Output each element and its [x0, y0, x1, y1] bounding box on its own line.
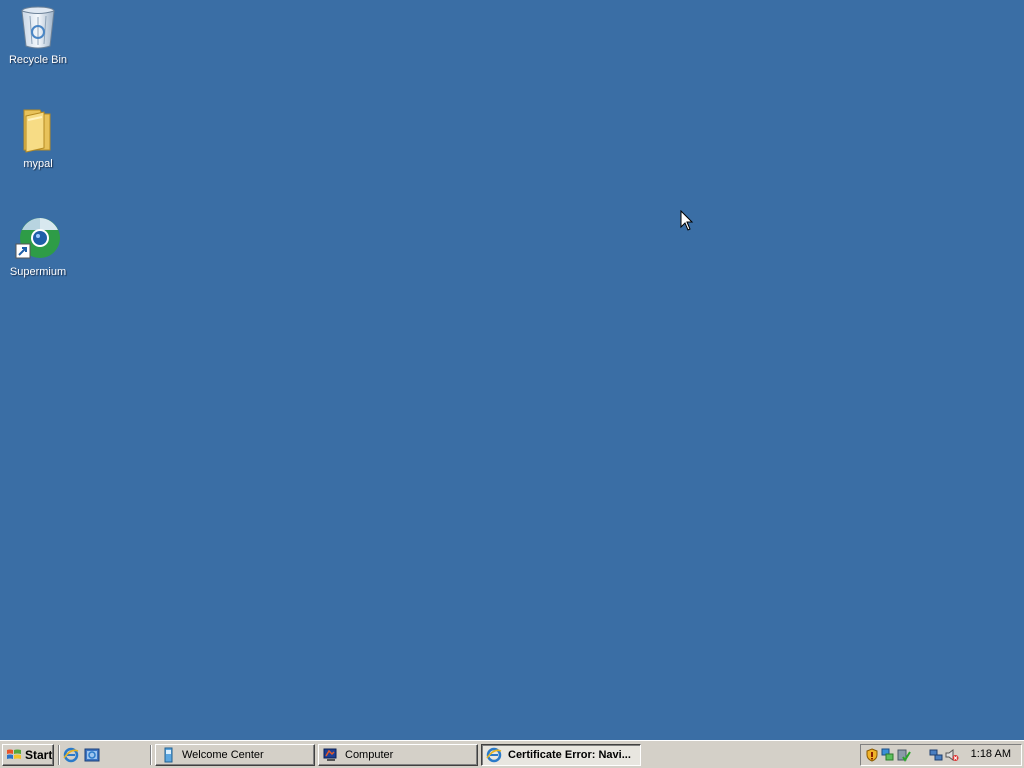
show-desktop-icon[interactable] [84, 747, 100, 763]
supermium-shortcut-icon [14, 214, 62, 262]
start-button[interactable]: Start [2, 744, 54, 766]
recycle-bin-label: Recycle Bin [8, 54, 68, 66]
windows-logo-icon [7, 749, 21, 759]
security-alert-icon[interactable] [865, 748, 879, 762]
quick-launch-separator [58, 745, 60, 765]
start-label: Start [25, 748, 53, 762]
windows-update-icon[interactable] [897, 748, 911, 762]
task-computer[interactable]: Computer [318, 744, 478, 766]
supermium-shortcut[interactable]: Supermium [1, 214, 75, 279]
task-label: Welcome Center [182, 749, 264, 761]
clock[interactable]: 1:18 AM [971, 748, 1011, 760]
mouse-pointer-icon [680, 210, 694, 231]
taskbar: Start Welcome Center Computer Certificat… [0, 740, 1024, 768]
task-label: Certificate Error: Navi... [508, 749, 631, 761]
tasks-separator [150, 745, 152, 765]
system-tray: 1:18 AM [860, 744, 1022, 766]
computer-icon [323, 748, 337, 761]
network-status-icon[interactable] [881, 748, 895, 762]
mypal-folder-shortcut[interactable]: mypal [1, 106, 75, 171]
desktop[interactable]: Recycle Bin mypal Supermium [0, 0, 1024, 740]
volume-muted-icon[interactable] [945, 748, 959, 762]
task-certificate-error[interactable]: Certificate Error: Navi... [481, 744, 641, 766]
task-label: Computer [345, 749, 394, 761]
recycle-bin-icon [14, 2, 62, 50]
internet-explorer-icon[interactable] [63, 747, 79, 763]
internet-explorer-icon [486, 747, 502, 763]
mypal-label: mypal [23, 158, 53, 170]
task-welcome-center[interactable]: Welcome Center [155, 744, 315, 766]
network-connection-icon[interactable] [929, 748, 943, 762]
welcome-center-icon [164, 747, 173, 763]
supermium-label: Supermium [9, 266, 67, 278]
recycle-bin-shortcut[interactable]: Recycle Bin [1, 2, 75, 67]
folder-icon [14, 106, 62, 154]
